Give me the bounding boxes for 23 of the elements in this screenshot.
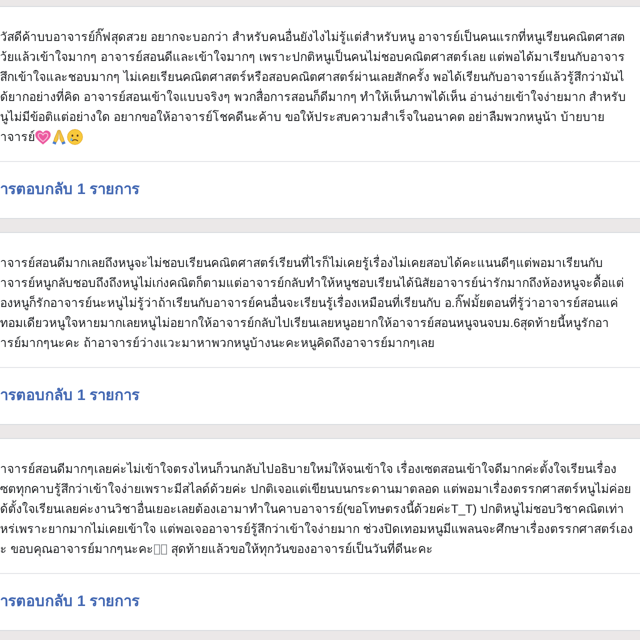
comment-text-line: ะ ขอบคุณอาจารย์มากๆนะคะ <box>0 541 154 558</box>
comment-text-line: ด้ยากอย่างที่คิด อาจารย์สอนเข้าใจแบบจริงๆ พวกสื่อการสอนก็ดีมากๆ ทำให้เห็นภาพได้เห็น อ่านง่ายเข้าใจง่ายมาก สำหรับ <box>0 88 626 106</box>
view-replies-link[interactable]: ารตอบกลับ 1 รายการ <box>0 180 140 200</box>
comment-text-line: สุดท้ายแล้วขอให้ทุกวันของอาจารย์เป็นวันที่ดีนะคะ <box>170 540 433 558</box>
comment-text-line: ว้ยแล้วเข้าใจมากๆ อาจารย์สอนดีและเข้าใจมากๆ เพราะปกติหนูเป็นคนไม่ชอบคณิตศาสตร์เลย แต่พอได้มาเรียนกับอาจาร <box>0 48 626 66</box>
heart-icon <box>35 130 51 144</box>
crying-face-icon <box>67 129 83 145</box>
comment-text-line: สึกเข้าใจและชอบมากๆ ไม่เคยเรียนคณิตศาสตร์หรือสอบคณิตศาสตร์ผ่านเลยสักครั้ง พอได้เรียนกับอาจารย์แล้วรู้สึกว่ามันไ <box>0 67 624 86</box>
view-replies-link[interactable]: ารตอบกลับ 1 รายการ <box>0 386 140 406</box>
comment-text-line: นูไม่มีข้อติแต่อย่างใด อยากขอให้อาจารย์โชคดีนะค้าบ ขอให้ประสบความสำเร็จในอนาคต อย่าลืมพวกหนูน้า บ้ายบาย <box>0 108 605 126</box>
comment-text-line: องหนูก็รักอาจารย์นะหนูไม่รู้ว่าถ้าเรียนกับอาจารย์คนอื่นจะเรียนรู้เรื่องเหมือนที่เรียนกับ อ.กิ๊ฟมั้ยตอนที่รู้ว่าอาจารย์สอนแค่ <box>0 293 618 312</box>
folded-hands-icon <box>51 129 67 145</box>
comment-text-line: ซตทุกคาบรู้สึกว่าเข้าใจง่ายเพราะมีสไลด์ด้วยค่ะ ปกติเจอแต่เขียนบนกระดานมาตลอด แต่พอมาเรื่องตรรกศาสตร์หนูไม่ค่อย <box>0 480 631 498</box>
view-replies-link[interactable]: ารตอบกลับ 1 รายการ <box>0 592 140 612</box>
comment-text-line: าจารย์หนูกลับชอบถึงถึงหนูไม่เก่งคณิตก็ตามแต่อาจารย์กลับทำให้หนูชอบเรียนได้นิสัยอาจารย์น่ารักมากถึงห้องหนูจะดื้อแต่ <box>0 273 624 292</box>
comment-text-line: ทอมเดียวหนูใจหายมากเลยหนูไม่อยากให้อาจารย์กลับไปเรียนเลยหนูอยากให้อาจารย์สอนหนูจนจบม.6สุดท้ายนี้หนูรักอา <box>0 313 610 332</box>
comment-text-line: าจารย์ <box>0 129 35 146</box>
comment-text-line: าจารย์สอนดีมากเลยถึงหนูจะไม่ชอบเรียนคณิตศาสตร์เรียนที่ไรก็ไม่เคยรู้เรื่องไม่เคยสอบได้คะแนนดีๆแต่พอมาเรียนกับ <box>0 254 603 272</box>
comment-text-line: หร่เพราะยากมากไม่เคยเข้าใจ แต่พอเจออาจารย์รู้สึกว่าเข้าใจง่ายมาก ช่วงปิดเทอมหนูมีแพลนจะศึกษาเรื่องตรรกศาสตร์เอง <box>0 520 633 538</box>
comment-text-line: ารย์มากๆนะคะ ถ้าอาจารย์ว่างแวะมาหาพวกหนูบ้างนะคะหนูคิดถึงอาจารย์มากๆเลย <box>0 335 434 352</box>
comment-text-line: วัสดีค้าบบอาจารย์กิ๊ฟสุดสวย อยากจะบอกว่า สำหรับคนอื่นยังไงไม่รู้แต่สำหรับหนู อาจารย์เป็นคนแรกที่หนูเรียนคณิตศาสต <box>0 27 626 46</box>
comment-text-line: าจารย์สอนดีมากๆเลยค่ะไม่เข้าใจตรงไหนก็วนกลับไปอธิบายใหม่ให้จนเข้าใจ เรื่องเซตสอนเข้าใจดีมากค่ะตั้งใจเรียนเรื่อง <box>0 459 616 478</box>
comment-text-line: ด้ตั้งใจเรียนเลยค่ะงานวิชาอื่นเยอะเลยต้องเอามาทำในคาบอาจารย์(ขอโทษตรงนี้ด้วยค่ะT_T) ปกติหนูไม่ชอบวิชาคณิตเท่า <box>0 499 624 518</box>
